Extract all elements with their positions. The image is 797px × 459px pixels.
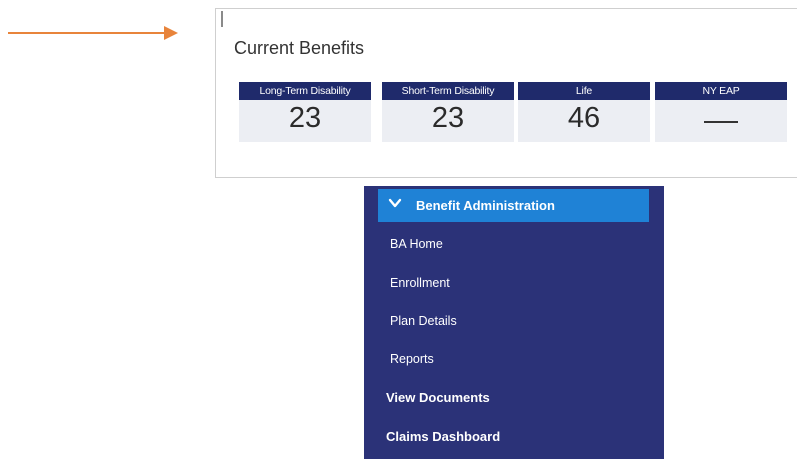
card-label: NY EAP (655, 82, 787, 100)
card-label: Long-Term Disability (239, 82, 371, 100)
card-value: 23 (288, 102, 322, 134)
card-label: Short-Term Disability (382, 82, 514, 100)
empty-value-dash (704, 121, 738, 123)
benefit-card-ltd[interactable]: Long-Term Disability 23 (239, 82, 371, 142)
benefit-card-ny-eap[interactable]: NY EAP (655, 82, 787, 142)
sidebar-nav: Benefit Administration BA Home Enrollmen… (364, 186, 664, 459)
arrow-shaft (8, 32, 166, 34)
benefit-card-life[interactable]: Life 46 (518, 82, 650, 142)
card-value: 23 (431, 102, 465, 134)
section-label: Benefit Administration (416, 198, 555, 213)
sidebar-item-enrollment[interactable]: Enrollment (390, 276, 450, 290)
sidebar-item-view-documents[interactable]: View Documents (386, 390, 490, 405)
sidebar-item-ba-home[interactable]: BA Home (390, 237, 443, 251)
sidebar-item-claims-dashboard[interactable]: Claims Dashboard (386, 429, 500, 444)
panel-resize-handle[interactable] (221, 11, 223, 27)
panel-title: Current Benefits (234, 38, 365, 58)
sidebar-item-reports[interactable]: Reports (390, 352, 434, 366)
sidebar-section-benefit-administration[interactable]: Benefit Administration (378, 189, 649, 222)
card-label: Life (518, 82, 650, 100)
arrow-head (164, 26, 178, 40)
chevron-down-icon (388, 198, 402, 208)
benefit-card-std[interactable]: Short-Term Disability 23 (382, 82, 514, 142)
card-value: 46 (567, 102, 601, 134)
current-benefits-panel: Current Benefits Long-Term Disability 23… (215, 8, 797, 178)
annotation-arrow-icon (8, 26, 178, 40)
sidebar-item-plan-details[interactable]: Plan Details (390, 314, 457, 328)
